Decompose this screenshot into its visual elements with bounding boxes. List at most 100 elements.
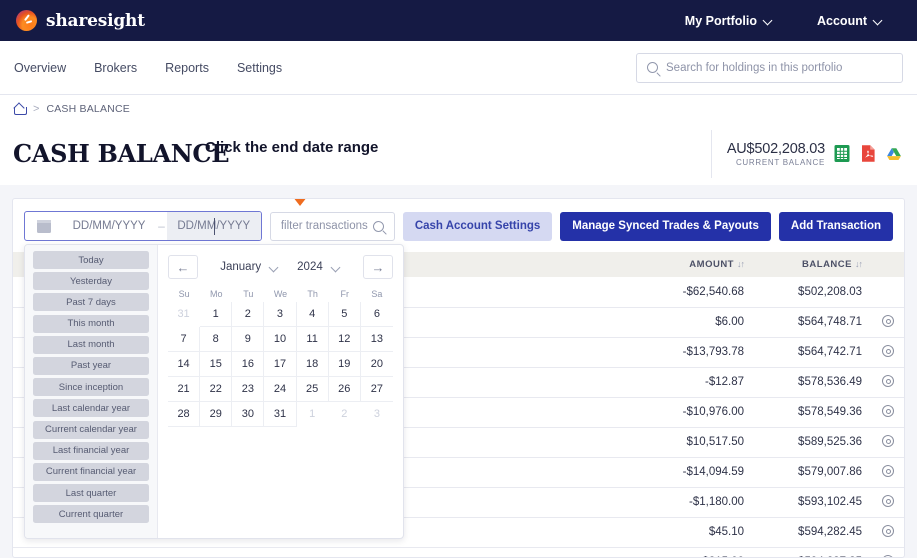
date-preset-last-calendar-year[interactable]: Last calendar year <box>33 399 149 418</box>
gear-icon[interactable] <box>882 314 894 327</box>
calendar-day[interactable]: 29 <box>200 402 233 427</box>
gear-icon[interactable] <box>882 494 894 507</box>
cell-amount: $10,517.50 <box>626 427 754 458</box>
calendar-day[interactable]: 12 <box>328 327 361 352</box>
my-portfolio-menu[interactable]: My Portfolio <box>685 14 773 28</box>
cell-actions[interactable] <box>872 547 904 557</box>
gear-icon[interactable] <box>882 404 894 417</box>
date-preset-today[interactable]: Today <box>33 251 149 269</box>
brand-logo[interactable]: sharesight <box>16 10 145 31</box>
date-preset-current-quarter[interactable]: Current quarter <box>33 505 149 524</box>
cell-amount: $315.00 <box>626 547 754 557</box>
filter-transactions-input[interactable]: filter transactions <box>269 211 395 241</box>
sort-icon[interactable]: ↓↑ <box>855 259 863 269</box>
excel-export-icon[interactable] <box>833 144 851 163</box>
cell-actions[interactable] <box>872 307 904 338</box>
cell-actions[interactable] <box>872 427 904 458</box>
page-title: CASH BALANCE <box>13 139 230 168</box>
calendar-panel: ← January 2024 → Su Mo Tu We Th Fr Sa 31… <box>158 245 403 538</box>
calendar-day[interactable]: 30 <box>232 402 265 427</box>
cell-balance: $564,748.71 <box>754 307 872 338</box>
calendar-day[interactable]: 2 <box>232 302 265 327</box>
date-preset-current-financial-year[interactable]: Current financial year <box>33 462 149 481</box>
calendar-day[interactable]: 19 <box>328 352 361 377</box>
date-range-picker[interactable]: DD/MM/YYYY – DD/MM/YYYY <box>24 211 262 241</box>
gear-icon[interactable] <box>882 524 894 537</box>
date-preset-last-month[interactable]: Last month <box>33 335 149 354</box>
home-icon[interactable] <box>14 103 27 115</box>
calendar-day[interactable]: 13 <box>360 327 393 352</box>
cell-actions[interactable] <box>872 457 904 488</box>
date-preset-last-quarter[interactable]: Last quarter <box>33 484 149 503</box>
calendar-day[interactable]: 6 <box>360 302 393 327</box>
calendar-day[interactable]: 4 <box>296 302 329 327</box>
calendar-day[interactable]: 11 <box>296 327 329 352</box>
calendar-day[interactable]: 1 <box>200 302 233 327</box>
calendar-day[interactable]: 22 <box>200 377 233 402</box>
nav-item-brokers[interactable]: Brokers <box>94 61 137 75</box>
cell-actions[interactable] <box>872 487 904 518</box>
calendar-day[interactable]: 18 <box>296 352 329 377</box>
date-preset-current-calendar-year[interactable]: Current calendar year <box>33 420 149 439</box>
gear-icon[interactable] <box>882 344 894 357</box>
calendar-day[interactable]: 21 <box>168 377 201 402</box>
calendar-day[interactable]: 10 <box>264 327 297 352</box>
date-preset-last-financial-year[interactable]: Last financial year <box>33 441 149 460</box>
manage-synced-trades-button[interactable]: Manage Synced Trades & Payouts <box>560 211 771 241</box>
date-preset-this-month[interactable]: This month <box>33 314 149 333</box>
gear-icon[interactable] <box>882 554 894 557</box>
cell-amount: -$1,180.00 <box>626 487 754 518</box>
month-select-value: January <box>220 261 262 273</box>
cell-actions[interactable] <box>872 517 904 548</box>
cell-actions[interactable] <box>872 397 904 428</box>
next-month-button[interactable]: → <box>363 255 393 279</box>
calendar-day[interactable]: 14 <box>168 352 201 377</box>
column-header-amount[interactable]: AMOUNT ↓↑ <box>626 252 754 277</box>
calendar-day[interactable]: 28 <box>168 402 201 427</box>
start-date-input[interactable]: DD/MM/YYYY <box>62 212 156 240</box>
account-menu[interactable]: Account <box>817 14 883 28</box>
table-row[interactable]: $315.00$594,237.35 <box>13 547 904 557</box>
gear-icon[interactable] <box>882 434 894 447</box>
date-preset-past-year[interactable]: Past year <box>33 356 149 375</box>
column-header-balance[interactable]: BALANCE ↓↑ <box>754 252 872 277</box>
date-preset-past-7-days[interactable]: Past 7 days <box>33 293 149 312</box>
date-preset-yesterday[interactable]: Yesterday <box>33 272 149 291</box>
nav-item-settings[interactable]: Settings <box>237 61 282 75</box>
gear-icon[interactable] <box>882 374 894 387</box>
calendar-day[interactable]: 16 <box>232 352 265 377</box>
gear-icon[interactable] <box>882 464 894 477</box>
cell-balance: $589,525.36 <box>754 427 872 458</box>
cash-account-settings-button[interactable]: Cash Account Settings <box>402 211 553 241</box>
chevron-down-icon <box>270 263 279 272</box>
calendar-day[interactable]: 5 <box>328 302 361 327</box>
pdf-export-icon[interactable] <box>859 144 877 163</box>
calendar-day[interactable]: 23 <box>232 377 265 402</box>
cell-actions[interactable] <box>872 367 904 398</box>
cell-actions[interactable] <box>872 337 904 368</box>
date-preset-since-inception[interactable]: Since inception <box>33 378 149 397</box>
nav-item-reports[interactable]: Reports <box>165 61 209 75</box>
previous-month-button[interactable]: ← <box>168 255 198 279</box>
calendar-day[interactable]: 9 <box>232 327 265 352</box>
calendar-day[interactable]: 8 <box>200 327 233 352</box>
calendar-day[interactable]: 17 <box>264 352 297 377</box>
calendar-day[interactable]: 15 <box>200 352 233 377</box>
calendar-day[interactable]: 31 <box>264 402 297 427</box>
calendar-day[interactable]: 24 <box>264 377 297 402</box>
calendar-day[interactable]: 3 <box>264 302 297 327</box>
google-drive-export-icon[interactable] <box>885 144 903 163</box>
end-date-input[interactable]: DD/MM/YYYY <box>166 212 261 240</box>
sort-icon[interactable]: ↓↑ <box>737 259 745 269</box>
calendar-day[interactable]: 25 <box>296 377 329 402</box>
year-select[interactable]: 2024 <box>297 261 341 273</box>
calendar-day[interactable]: 26 <box>328 377 361 402</box>
calendar-day[interactable]: 20 <box>360 352 393 377</box>
calendar-day[interactable]: 7 <box>168 327 201 352</box>
holdings-search-input[interactable]: Search for holdings in this portfolio <box>636 52 903 83</box>
page-body: DD/MM/YYYY – DD/MM/YYYY filter transacti… <box>0 185 917 558</box>
calendar-day[interactable]: 27 <box>360 377 393 402</box>
nav-item-overview[interactable]: Overview <box>14 61 66 75</box>
add-transaction-button[interactable]: Add Transaction <box>778 211 893 241</box>
month-select[interactable]: January <box>220 261 279 273</box>
